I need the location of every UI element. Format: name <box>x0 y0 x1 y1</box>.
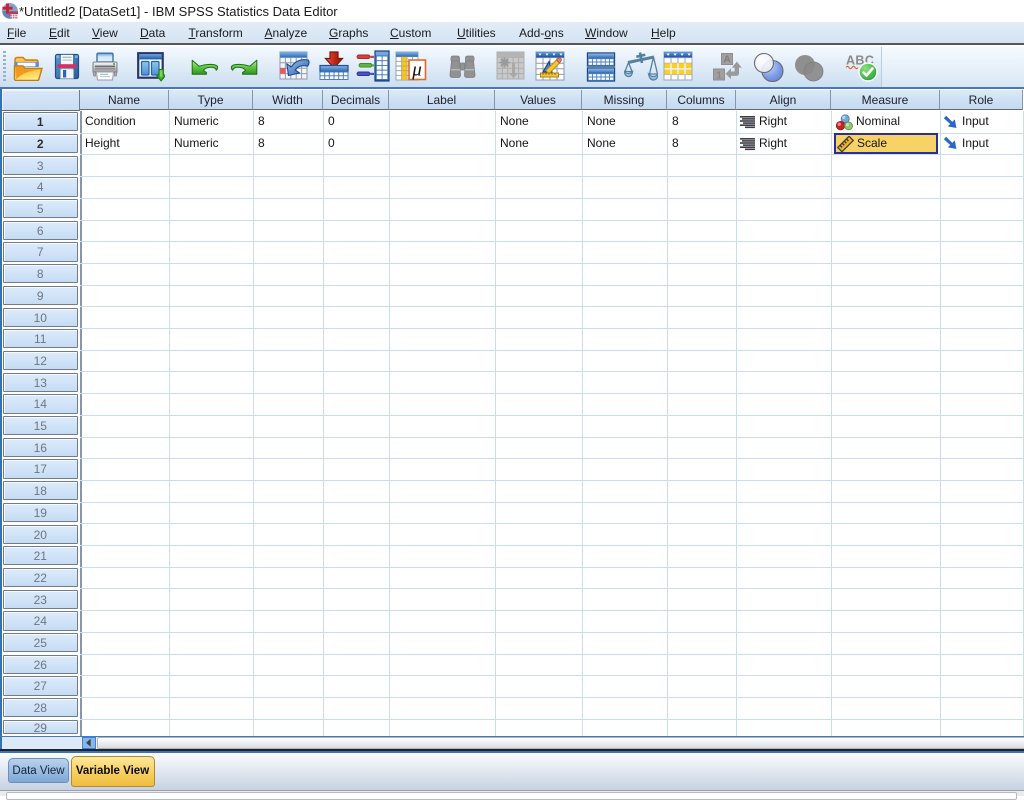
svg-text:μ: μ <box>411 60 422 81</box>
svg-text:1: 1 <box>716 70 722 82</box>
svg-text:A: A <box>723 54 731 66</box>
